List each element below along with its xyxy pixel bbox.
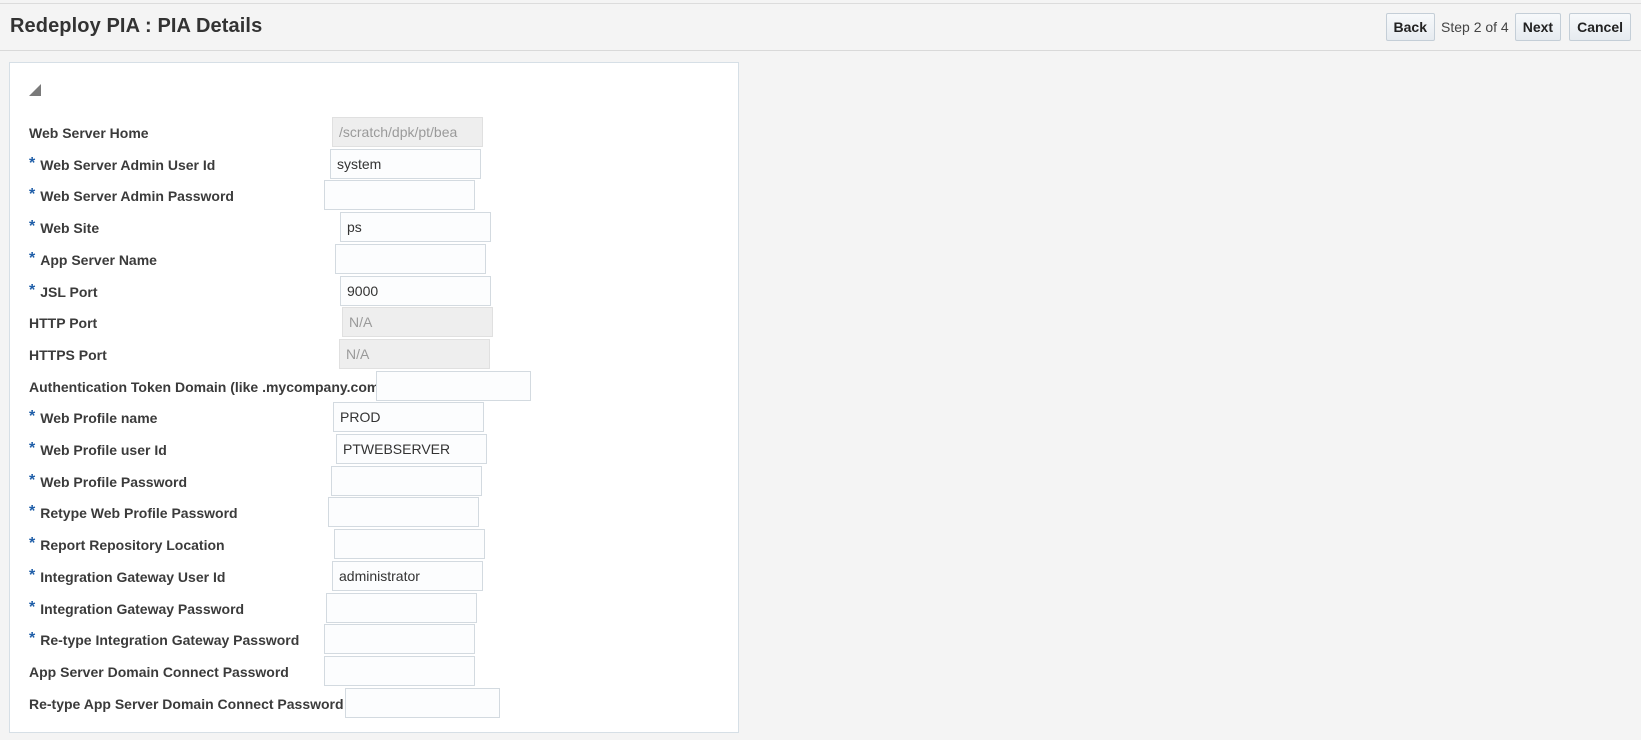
field-label-text: App Server Name bbox=[40, 251, 157, 268]
required-asterisk-icon: * bbox=[29, 535, 36, 553]
field-label: * App Server Name bbox=[29, 249, 157, 270]
next-button[interactable]: Next bbox=[1514, 13, 1562, 41]
field-label: * Web Profile name bbox=[29, 408, 158, 428]
required-asterisk-icon: * bbox=[29, 630, 36, 648]
field-label: * Report Repository Location bbox=[29, 535, 225, 555]
web-server-home-input bbox=[332, 117, 483, 147]
field-label-text: Web Profile user Id bbox=[40, 442, 167, 458]
field-label-text: Web Server Home bbox=[29, 125, 149, 141]
required-asterisk-icon: * bbox=[29, 440, 36, 457]
field-label-text: Web Profile name bbox=[40, 410, 158, 427]
required-asterisk-icon: * bbox=[29, 249, 36, 267]
cancel-button[interactable]: Cancel bbox=[1569, 13, 1631, 41]
required-asterisk-icon: * bbox=[29, 408, 36, 426]
integration-gateway-password-input[interactable] bbox=[326, 592, 477, 623]
field-label-text: Retype Web Profile Password bbox=[40, 505, 238, 522]
field-label-text: Web Site bbox=[40, 220, 100, 237]
field-label: * JSL Port bbox=[29, 281, 98, 302]
pia-details-panel: Web Server Home*Web Server Admin User Id… bbox=[9, 62, 739, 733]
required-asterisk-icon: * bbox=[29, 218, 36, 236]
app-server-name-input[interactable] bbox=[335, 243, 486, 274]
field-label: * Web Profile user Id bbox=[29, 440, 167, 460]
field-label: * Web Site bbox=[29, 218, 100, 238]
field-label: * Web Profile Password bbox=[29, 471, 188, 492]
field-label-text: Report Repository Location bbox=[40, 537, 225, 554]
field-label: HTTP Port bbox=[29, 315, 97, 331]
field-label-text: Integration Gateway Password bbox=[40, 600, 245, 617]
field-label-text: Integration Gateway User Id bbox=[40, 568, 226, 585]
required-asterisk-icon: * bbox=[29, 471, 36, 489]
step-navigation: Back Step 2 of 4 Next Cancel bbox=[1385, 12, 1631, 42]
field-label: Re-type App Server Domain Connect Passwo… bbox=[29, 696, 344, 712]
web-profile-password-input[interactable] bbox=[331, 465, 482, 496]
jsl-port-input[interactable] bbox=[340, 275, 491, 306]
field-label: HTTPS Port bbox=[29, 347, 107, 363]
page-title: Redeploy PIA : PIA Details bbox=[10, 15, 263, 37]
field-label: Authentication Token Domain (like .mycom… bbox=[29, 379, 384, 395]
back-button[interactable]: Back bbox=[1385, 13, 1435, 41]
required-asterisk-icon: * bbox=[29, 186, 36, 204]
retype-web-profile-password-input[interactable] bbox=[328, 497, 479, 528]
field-label-text: HTTP Port bbox=[29, 315, 98, 332]
field-label: * Web Server Admin User Id bbox=[29, 154, 216, 175]
http-port-input bbox=[342, 307, 493, 338]
field-label: Web Server Home bbox=[29, 125, 149, 141]
web-server-admin-password-input[interactable] bbox=[324, 180, 475, 211]
field-label-text: Web Server Admin Password bbox=[40, 188, 234, 205]
web-profile-name-input[interactable] bbox=[333, 402, 484, 433]
step-indicator: Step 2 of 4 bbox=[1441, 19, 1509, 35]
field-label-text: HTTPS Port bbox=[29, 346, 107, 363]
web-server-admin-user-id-input[interactable] bbox=[330, 148, 481, 179]
field-label: * Integration Gateway User Id bbox=[29, 566, 226, 587]
field-label-text: Re-type Integration Gateway Password bbox=[40, 632, 300, 649]
report-repository-location-input[interactable] bbox=[334, 529, 485, 560]
integration-gateway-user-id-input[interactable] bbox=[332, 560, 483, 591]
web-site-input[interactable] bbox=[340, 212, 491, 243]
field-label-text: Re-type App Server Domain Connect Passwo… bbox=[29, 695, 344, 712]
required-asterisk-icon: * bbox=[29, 566, 36, 584]
field-label-text: App Server Domain Connect Password bbox=[29, 663, 289, 680]
https-port-input bbox=[339, 338, 490, 369]
required-asterisk-icon: * bbox=[29, 154, 36, 172]
re-type-integration-gateway-password-input[interactable] bbox=[324, 624, 475, 655]
field-label-text: Web Profile Password bbox=[40, 473, 188, 490]
collapse-disclosure-icon[interactable] bbox=[29, 84, 41, 96]
field-label: * Retype Web Profile Password bbox=[29, 503, 238, 523]
field-label: * Integration Gateway Password bbox=[29, 598, 245, 619]
required-asterisk-icon: * bbox=[29, 281, 36, 299]
field-label: App Server Domain Connect Password bbox=[29, 664, 289, 680]
page-header: Redeploy PIA : PIA Details Back Step 2 o… bbox=[0, 4, 1641, 51]
required-asterisk-icon: * bbox=[29, 503, 36, 521]
field-label-text: JSL Port bbox=[40, 283, 98, 300]
app-server-domain-connect-password-input[interactable] bbox=[324, 655, 475, 686]
field-label: * Web Server Admin Password bbox=[29, 186, 234, 206]
re-type-app-server-domain-connect-password-input[interactable] bbox=[345, 687, 500, 718]
web-profile-user-id-input[interactable] bbox=[336, 434, 487, 464]
field-label: * Re-type Integration Gateway Password bbox=[29, 630, 300, 650]
required-asterisk-icon: * bbox=[29, 598, 36, 616]
field-label-text: Web Server Admin User Id bbox=[40, 156, 216, 173]
field-label-text: Authentication Token Domain (like .mycom… bbox=[29, 378, 384, 395]
authentication-token-domain-input[interactable] bbox=[376, 370, 531, 401]
